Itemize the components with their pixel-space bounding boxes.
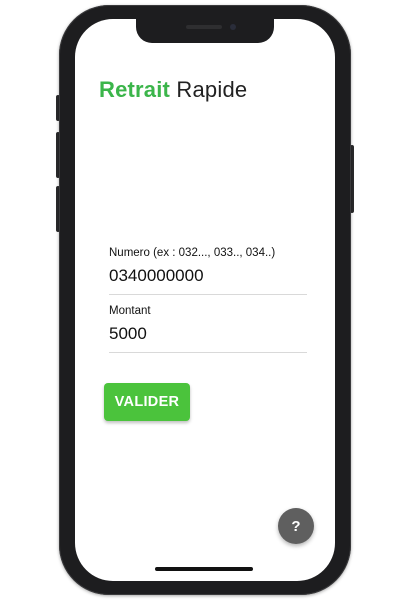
amount-input[interactable] [109, 324, 307, 353]
phone-number-input[interactable] [109, 266, 307, 295]
help-button[interactable]: ? [278, 508, 314, 544]
front-camera [230, 24, 236, 30]
page-title-accent: Retrait [99, 77, 171, 102]
phone-number-field: Numero (ex : 032..., 033.., 034..) [109, 247, 307, 295]
speaker-grille [186, 25, 222, 29]
page-title: Retrait Rapide [99, 77, 247, 103]
phone-screen: Retrait Rapide Numero (ex : 032..., 033.… [75, 19, 335, 581]
page-title-rest: Rapide [176, 77, 248, 102]
home-indicator [155, 567, 253, 571]
validate-button[interactable]: VALIDER [104, 383, 190, 421]
device-mockup: Retrait Rapide Numero (ex : 032..., 033.… [0, 0, 408, 612]
amount-label: Montant [109, 305, 151, 317]
amount-field: Montant [109, 305, 307, 353]
notch [136, 19, 274, 43]
question-mark-icon: ? [291, 517, 301, 535]
phone-number-label: Numero (ex : 032..., 033.., 034..) [109, 247, 276, 259]
